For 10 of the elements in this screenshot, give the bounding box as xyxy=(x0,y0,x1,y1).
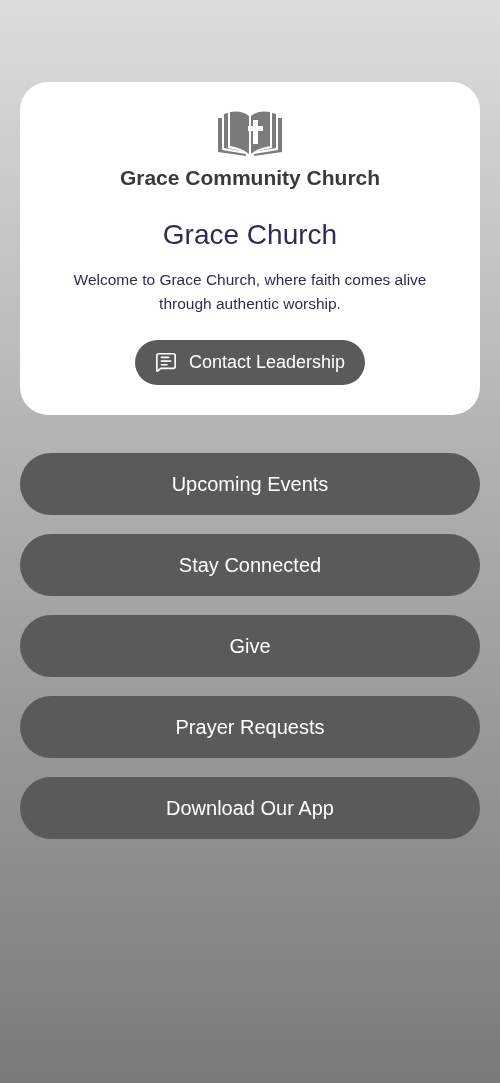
chat-icon xyxy=(154,351,177,373)
nav-link-button[interactable]: Prayer Requests xyxy=(20,695,480,758)
welcome-text: Welcome to Grace Church, where faith comes alive through authentic worship. xyxy=(72,269,428,314)
nav-link-button[interactable]: Download Our App xyxy=(20,776,480,839)
logo-text: Grace Community Church xyxy=(119,165,381,191)
nav-link-button[interactable]: Upcoming Events xyxy=(20,452,480,515)
church-title: Grace Church xyxy=(162,217,338,252)
nav-link-button[interactable]: Stay Connected xyxy=(20,533,480,596)
contact-leadership-button[interactable]: Contact Leadership xyxy=(134,339,366,385)
nav-link-button[interactable]: Give xyxy=(20,614,480,677)
